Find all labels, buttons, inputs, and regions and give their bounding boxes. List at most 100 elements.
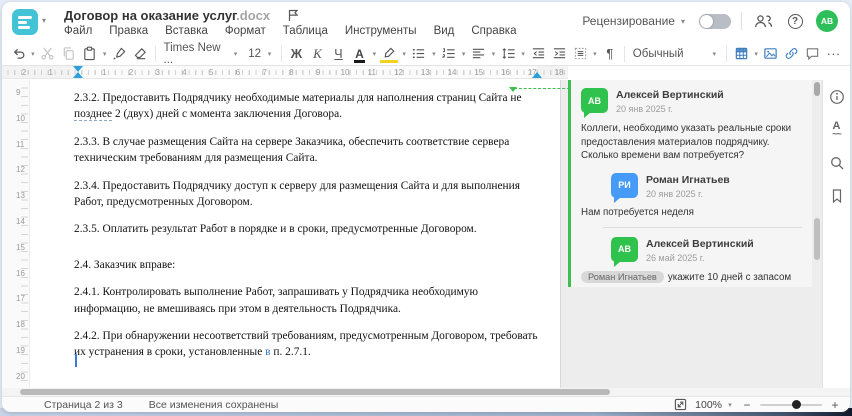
zoom-level[interactable]: 100% ▾ <box>695 399 734 411</box>
ruler-number: 11 <box>367 67 376 77</box>
numbered-list-caret-icon[interactable]: ▾ <box>460 50 468 58</box>
bookmark-icon[interactable] <box>828 187 846 205</box>
italic-button[interactable]: К <box>307 44 327 64</box>
increase-indent-button[interactable] <box>549 44 569 64</box>
insert-image-button[interactable] <box>761 44 781 64</box>
insert-link-button[interactable] <box>782 44 802 64</box>
paragraph-2-4: 2.4. Заказчик вправе: <box>74 258 176 271</box>
comments-scrollbar[interactable] <box>814 80 820 388</box>
font-color-button[interactable]: А <box>349 44 369 64</box>
favorite-flag-icon[interactable] <box>288 9 299 25</box>
reply-text: Нам потребуется неделя <box>581 206 694 218</box>
line-spacing-button[interactable] <box>498 44 518 64</box>
menu-edit[interactable]: Правка <box>109 25 148 37</box>
paragraph-borders-caret-icon[interactable]: ▾ <box>591 50 599 58</box>
h-scrollbar-thumb[interactable] <box>20 389 610 395</box>
menu-view[interactable]: Вид <box>434 25 455 37</box>
align-button[interactable] <box>469 44 489 64</box>
review-caret-icon[interactable]: ▾ <box>681 17 685 26</box>
spellcheck-icon[interactable]: А ~~ <box>828 120 846 139</box>
fit-to-width-icon[interactable] <box>674 398 687 411</box>
search-icon[interactable] <box>828 154 846 172</box>
align-caret-icon[interactable]: ▾ <box>490 50 498 58</box>
toolbar-more-button[interactable]: ... <box>824 43 844 64</box>
zoom-out-button[interactable]: − <box>742 398 752 412</box>
undo-button[interactable] <box>8 44 28 64</box>
bullet-list-caret-icon[interactable]: ▾ <box>430 50 438 58</box>
document-page[interactable]: 2.3.2. Предоставить Подрядчику необходим… <box>30 80 560 388</box>
cut-button[interactable] <box>38 44 58 64</box>
mention-pill[interactable]: Роман Игнатьев <box>581 270 664 283</box>
copy-button[interactable] <box>59 44 79 64</box>
comment-text: Коллеги, необходимо указать реальные сро… <box>581 123 792 161</box>
help-icon[interactable]: ? <box>784 10 806 32</box>
zoom-slider-handle[interactable] <box>792 400 801 409</box>
ruler-number: 9 <box>316 67 321 77</box>
collaboration-users-icon[interactable] <box>752 10 774 32</box>
comment-2-header: АВ Алексей Вертинский 26 май 2025 г. <box>611 236 802 267</box>
zoom-slider[interactable] <box>760 400 822 409</box>
menu-table[interactable]: Таблица <box>283 25 328 37</box>
ruler-number: 13 <box>16 191 25 201</box>
paste-caret-icon[interactable]: ▾ <box>101 50 109 58</box>
comment-anchor-text[interactable]: позднее <box>74 108 113 122</box>
info-icon[interactable] <box>828 88 846 106</box>
ruler-number: 2 <box>128 67 134 77</box>
ruler-number: 7 <box>262 67 267 77</box>
paste-button[interactable] <box>80 44 100 64</box>
right-sidebar: А ~~ <box>822 80 850 388</box>
font-name-select[interactable]: Times New ... ▾ <box>160 42 244 66</box>
logo-menu-caret-icon[interactable]: ▾ <box>42 16 46 25</box>
ruler-number: 11 <box>16 139 25 149</box>
zoom-in-button[interactable]: + <box>830 398 840 412</box>
font-color-caret-icon[interactable]: ▾ <box>370 50 378 58</box>
horizontal-scrollbar[interactable] <box>2 388 850 396</box>
paragraph-borders-button[interactable] <box>570 44 590 64</box>
menu-file[interactable]: Файл <box>64 25 92 37</box>
left-indent-marker[interactable] <box>73 72 83 78</box>
menu-format[interactable]: Формат <box>225 25 266 37</box>
insert-table-button[interactable] <box>731 44 751 64</box>
ruler-number: 18 <box>16 320 25 330</box>
main-area: 9 10 11 12 13 14 15 16 17 18 19 20 2.3.2. Предостав… <box>2 80 850 388</box>
page-indicator[interactable]: Страница 2 из 3 <box>44 399 123 411</box>
insert-comment-button[interactable] <box>803 44 823 64</box>
user-avatar[interactable]: АВ <box>816 10 838 32</box>
ruler-number: 17 <box>16 294 25 304</box>
menu-tools[interactable]: Инструменты <box>345 25 417 37</box>
review-toggle[interactable] <box>699 13 731 29</box>
font-color-letter: А <box>354 46 365 63</box>
nonprinting-chars-button[interactable]: ¶ <box>600 44 620 64</box>
ruler-number: 6 <box>235 67 241 77</box>
paragraph-style-select[interactable]: Обычный ▾ <box>629 44 722 64</box>
menu-help[interactable]: Справка <box>471 25 516 37</box>
ruler-number: 3 <box>155 67 160 77</box>
line-spacing-caret-icon[interactable]: ▾ <box>519 50 527 58</box>
save-status: Все изменения сохранены <box>148 398 279 411</box>
bold-button[interactable]: Ж <box>286 44 306 64</box>
app-logo-icon[interactable] <box>12 9 38 35</box>
ruler-number: 10 <box>340 67 350 77</box>
numbered-list-button[interactable] <box>439 44 459 64</box>
status-bar: Страница 2 из 3 Все изменения сохранены … <box>2 396 850 412</box>
underline-button[interactable]: Ч <box>328 44 348 64</box>
menu-insert[interactable]: Вставка <box>165 25 208 37</box>
undo-caret-icon[interactable]: ▾ <box>29 50 37 58</box>
font-size-caret-icon: ▾ <box>267 50 272 58</box>
scrollbar-thumb[interactable] <box>814 218 820 260</box>
clear-style-eraser-button[interactable] <box>131 44 151 64</box>
document-title: Договор на оказание услуг <box>64 8 237 23</box>
review-mode-label[interactable]: Рецензирование <box>582 14 675 28</box>
insert-table-caret-icon[interactable]: ▾ <box>752 50 760 58</box>
comment-thread-card[interactable]: АВ Алексей Вертинский 20 янв 2025 г. Кол… <box>568 80 812 287</box>
format-painter-button[interactable] <box>110 44 130 64</box>
decrease-indent-button[interactable] <box>528 44 548 64</box>
bullet-list-button[interactable] <box>409 44 429 64</box>
highlight-color-button[interactable] <box>379 44 399 64</box>
scrollbar-thumb[interactable] <box>814 82 820 96</box>
paragraph-2-3-4: 2.3.4. Предоставить Подрядчику доступ к … <box>74 179 520 209</box>
highlight-caret-icon[interactable]: ▾ <box>400 50 408 58</box>
paragraph-2-4-2: 2.4.2. При обнаружении несоответствий тр… <box>74 330 538 359</box>
comment-author-avatar: АВ <box>581 88 608 118</box>
font-size-select[interactable]: 12 ▾ <box>244 44 277 64</box>
